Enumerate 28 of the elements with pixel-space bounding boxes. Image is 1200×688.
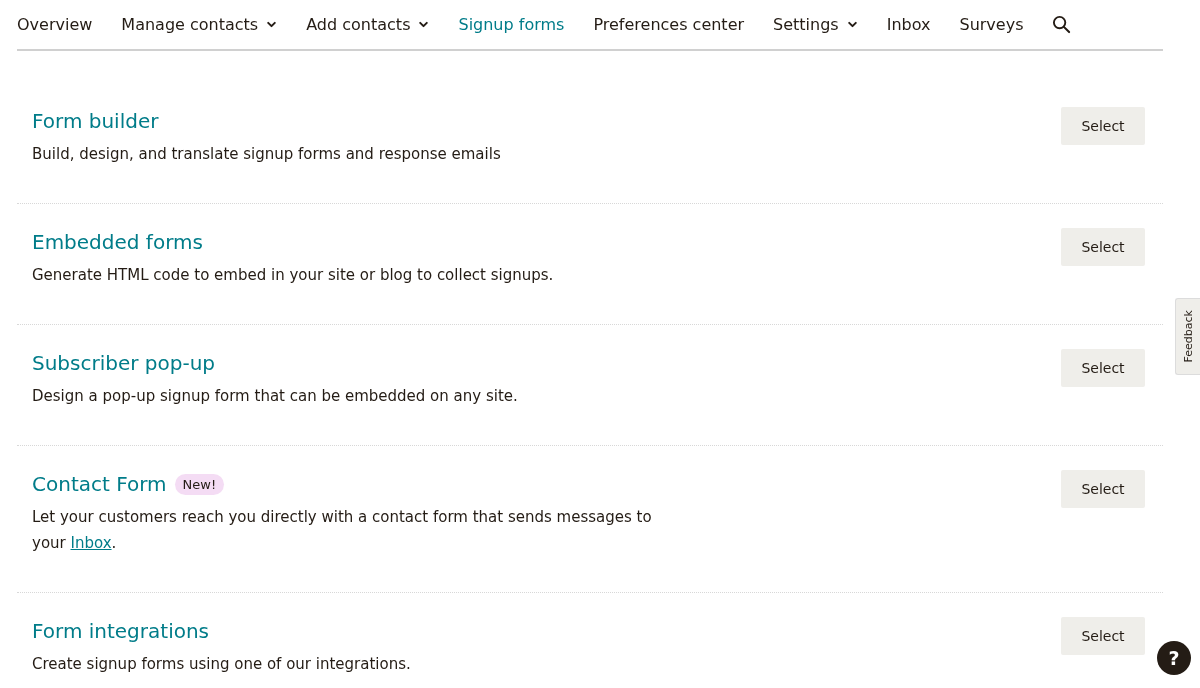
nav-tab[interactable]: Inbox	[886, 15, 931, 34]
select-button[interactable]: Select	[1061, 470, 1145, 508]
nav-tab[interactable]: Overview	[17, 15, 93, 34]
option-description: Design a pop-up signup form that can be embedded on any site.	[32, 386, 518, 407]
option-description: Let your customers reach you directly with a contact form that sends messages to your Inbox.	[32, 507, 653, 554]
nav-tab[interactable]: Add contacts	[306, 15, 430, 34]
option-title: Embedded forms	[32, 230, 203, 254]
select-button[interactable]: Select	[1061, 228, 1145, 266]
nav-tab[interactable]: Signup forms	[458, 15, 565, 34]
option-title: Contact Form	[32, 472, 167, 496]
inbox-link[interactable]: Inbox	[70, 534, 112, 552]
select-button[interactable]: Select	[1061, 107, 1145, 145]
nav-tab[interactable]: Surveys	[959, 15, 1024, 34]
option-title: Form builder	[32, 109, 159, 133]
nav-tab[interactable]: Manage contacts	[121, 15, 278, 34]
help-button[interactable]: ?	[1157, 641, 1191, 675]
search-button[interactable]	[1052, 15, 1072, 34]
nav-tab[interactable]: Settings	[773, 15, 858, 34]
select-button[interactable]: Select	[1061, 617, 1145, 655]
option-title: Subscriber pop-up	[32, 351, 216, 375]
nav-tab[interactable]: Preferences center	[593, 15, 745, 34]
select-button[interactable]: Select	[1061, 349, 1145, 387]
option-title: Form integrations	[32, 619, 210, 643]
option-description: Generate HTML code to embed in your site or blog to collect signups.	[32, 265, 554, 286]
option-description: Build, design, and translate signup forms and response emails	[32, 144, 501, 165]
new-badge: New!	[174, 473, 225, 495]
option-description: Create signup forms using one of our integrations.	[32, 654, 411, 675]
feedback-tab[interactable]: Feedback	[1175, 298, 1200, 375]
